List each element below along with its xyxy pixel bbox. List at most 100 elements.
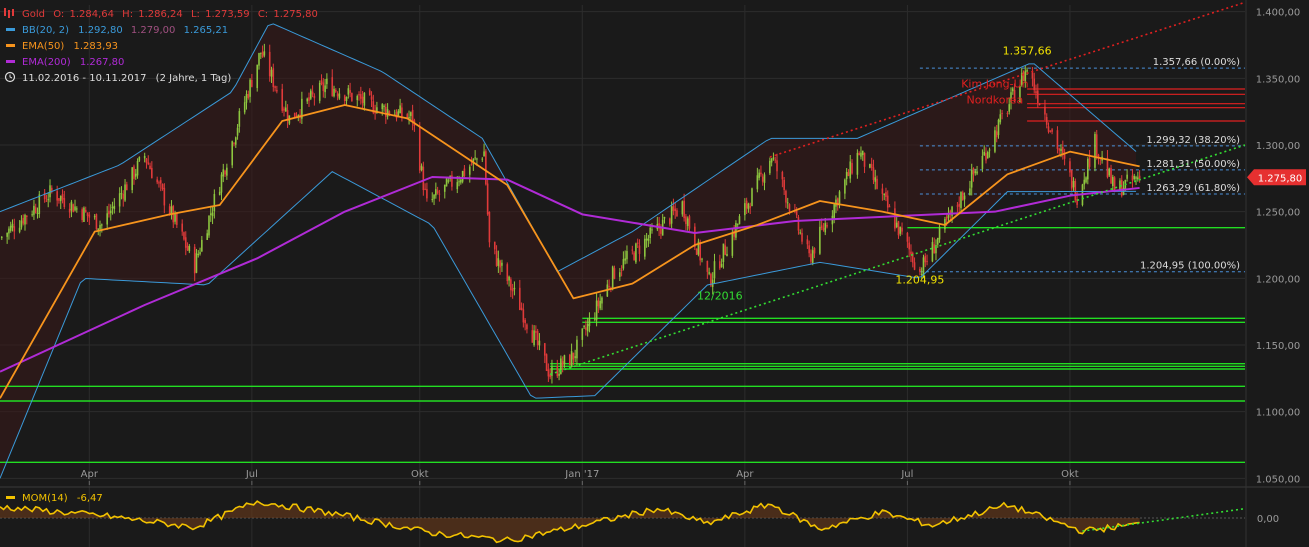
candle-body — [699, 242, 702, 261]
candle-body — [24, 214, 26, 225]
candle-body — [159, 180, 162, 184]
candle-body — [813, 248, 816, 254]
candle-body — [501, 262, 503, 266]
candle-body — [586, 324, 589, 332]
candle-body — [336, 93, 339, 97]
candle-body — [1106, 157, 1109, 178]
candle-body — [608, 286, 610, 288]
candle-body — [424, 188, 426, 190]
legend-period: (2 Jahre, 1 Tag) — [156, 73, 232, 84]
candle-body — [188, 246, 191, 252]
candle-body — [63, 198, 66, 207]
candle-body — [806, 239, 809, 245]
candle-body — [772, 157, 775, 159]
candle-body — [256, 64, 259, 89]
candle-body — [243, 102, 246, 113]
candle-body — [345, 97, 348, 101]
candle-body — [195, 253, 198, 273]
candle-body — [520, 307, 523, 310]
candle-body — [308, 97, 310, 101]
candle-body — [88, 214, 91, 218]
legend-bb-label: BB(20, 2) — [22, 25, 69, 36]
legend-high: 1.286,24 — [138, 9, 183, 20]
candle-body — [819, 226, 821, 254]
candle-body — [863, 152, 866, 167]
candle-body — [858, 153, 860, 156]
annotation-label: 1.204,95 — [895, 274, 944, 287]
candle-body — [563, 355, 566, 365]
candle-body — [938, 226, 941, 240]
candle-body — [960, 192, 962, 209]
candle-body — [183, 232, 185, 240]
candle-body — [263, 51, 266, 56]
candle-body — [18, 227, 21, 232]
candle-body — [213, 193, 216, 212]
candle-body — [84, 209, 87, 212]
fibonacci-label: 1.299,32 (38.20%) — [1146, 135, 1240, 146]
legend-close: 1.275,80 — [273, 9, 318, 20]
candle-body — [1135, 177, 1137, 179]
candle-body — [1074, 180, 1077, 201]
candle-body — [443, 184, 446, 192]
candle-body — [74, 206, 76, 211]
candle-body — [583, 326, 585, 328]
candle-body — [788, 204, 791, 212]
candle-body — [133, 166, 135, 179]
candle-body — [233, 143, 235, 145]
candle-body — [499, 260, 501, 268]
y-tick-label: 1.100,00 — [1256, 408, 1301, 419]
candle-body — [635, 243, 637, 263]
candle-body — [919, 268, 921, 272]
annotation-label: 12/2016 — [697, 290, 743, 303]
fibonacci-label: 1.357,66 (0.00%) — [1153, 57, 1240, 68]
candle-body — [895, 222, 898, 227]
candle-body — [711, 279, 714, 287]
candle-body — [876, 178, 878, 189]
candle-body — [335, 90, 337, 92]
candle-body — [310, 90, 312, 99]
candle-body — [786, 202, 789, 204]
candle-body — [847, 172, 850, 177]
candle-body — [633, 252, 635, 261]
candle-body — [795, 210, 798, 216]
candle-body — [347, 88, 350, 95]
candle-body — [143, 155, 146, 159]
candle-body — [122, 193, 125, 199]
candle-body — [261, 51, 264, 58]
candle-body — [324, 85, 326, 93]
candle-body — [61, 194, 64, 200]
candle-body — [722, 243, 725, 262]
candle-body — [811, 250, 814, 263]
candle-body — [113, 205, 116, 210]
candle-body — [399, 105, 401, 113]
candle-body — [899, 226, 902, 234]
candle-body — [197, 253, 200, 256]
candle-body — [695, 248, 698, 255]
candle-body — [724, 245, 727, 255]
candle-body — [1083, 179, 1086, 185]
candle-body — [595, 300, 598, 321]
candle-body — [226, 167, 228, 176]
candle-body — [856, 152, 859, 175]
legend-bb-lower: 1.265,21 — [184, 25, 229, 36]
candle-body — [1038, 103, 1041, 105]
annotation-label: Nordkorea — [967, 94, 1024, 107]
candle-body — [436, 190, 439, 194]
candle-body — [776, 160, 778, 172]
candle-body — [174, 213, 176, 222]
momentum-tick-label: 0,00 — [1257, 514, 1279, 525]
candle-body — [258, 53, 260, 66]
candle-body — [234, 137, 237, 145]
candle-body — [184, 237, 187, 248]
candle-body — [801, 232, 803, 242]
candle-body — [420, 165, 423, 171]
legend-open: 1.284,64 — [69, 9, 114, 20]
candle-body — [531, 330, 534, 343]
gold-chart[interactable]: 1.357,66 (0.00%) 1.299,32 (38.20%) 1.281,3… — [0, 0, 1309, 547]
candle-body — [644, 238, 646, 257]
candle-body — [597, 300, 600, 307]
candle-body — [638, 245, 641, 254]
candle-body — [281, 88, 284, 111]
ema50-swatch — [6, 44, 15, 47]
x-tick-label: Okt — [1061, 469, 1079, 480]
